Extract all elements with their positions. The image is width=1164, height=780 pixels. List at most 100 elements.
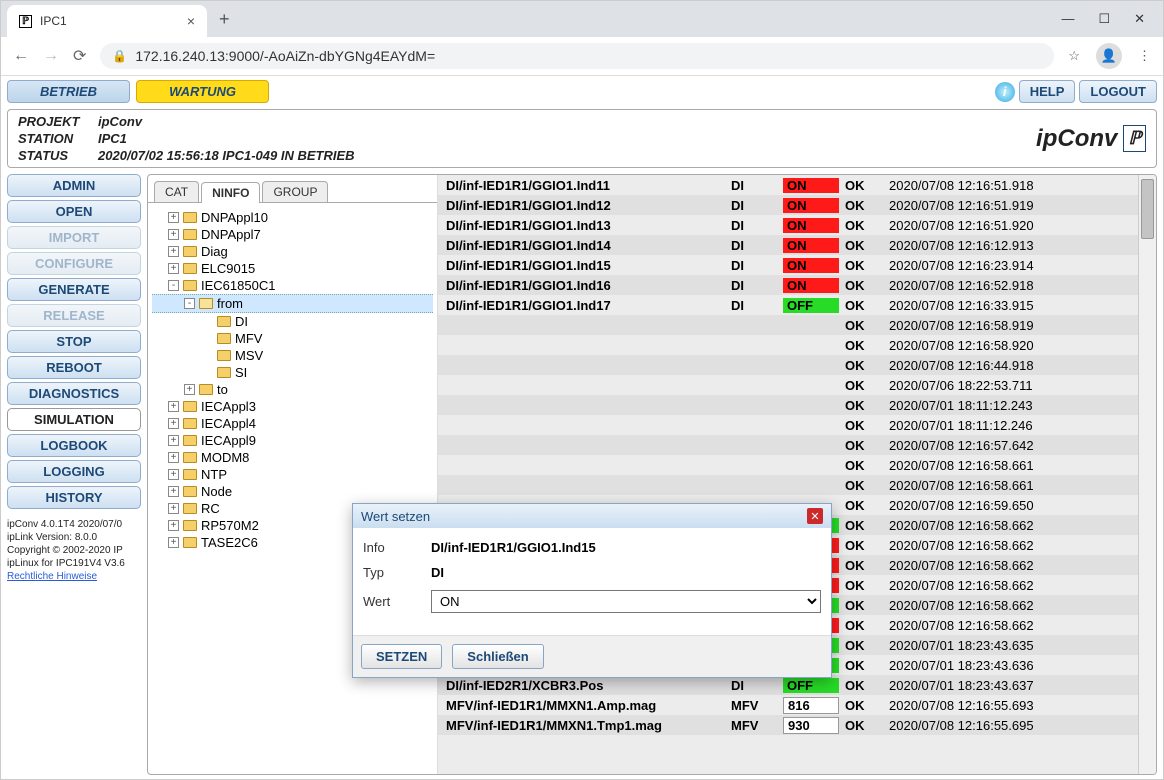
sidebar-admin[interactable]: ADMIN <box>7 174 141 197</box>
data-row[interactable]: OK2020/07/08 12:16:58.919 <box>438 315 1156 335</box>
expand-icon[interactable]: - <box>184 298 195 309</box>
back-icon[interactable]: ← <box>13 47 29 65</box>
star-icon[interactable]: ☆ <box>1068 48 1080 64</box>
info-icon[interactable]: i <box>995 82 1015 102</box>
value-cell: ON <box>783 218 839 233</box>
data-row[interactable]: DI/inf-IED1R1/GGIO1.Ind16DIONOK2020/07/0… <box>438 275 1156 295</box>
tree-node-modm8[interactable]: +MODM8 <box>152 449 433 466</box>
folder-icon <box>183 452 197 463</box>
schliessen-button[interactable]: Schließen <box>452 644 543 669</box>
expand-icon[interactable]: + <box>168 229 179 240</box>
sidebar-logging[interactable]: LOGGING <box>7 460 141 483</box>
expand-icon[interactable]: + <box>168 246 179 257</box>
data-row[interactable]: OK2020/07/08 12:16:57.642 <box>438 435 1156 455</box>
sidebar-open[interactable]: OPEN <box>7 200 141 223</box>
expand-icon[interactable]: + <box>168 212 179 223</box>
scrollbar-thumb[interactable] <box>1141 179 1154 239</box>
sidebar-logbook[interactable]: LOGBOOK <box>7 434 141 457</box>
wartung-button[interactable]: WARTUNG <box>136 80 269 103</box>
sidebar-simulation[interactable]: SIMULATION <box>7 408 141 431</box>
expand-icon[interactable]: - <box>168 280 179 291</box>
tree-node-mfv[interactable]: MFV <box>152 330 433 347</box>
expand-icon[interactable]: + <box>168 486 179 497</box>
brand-logo: ipConv ℙ <box>1036 114 1146 163</box>
help-button[interactable]: HELP <box>1019 80 1076 103</box>
expand-icon[interactable]: + <box>168 469 179 480</box>
tree-node-iec61850c1[interactable]: -IEC61850C1 <box>152 277 433 294</box>
expand-icon[interactable]: + <box>168 452 179 463</box>
data-row[interactable]: OK2020/07/08 12:16:58.661 <box>438 455 1156 475</box>
tree-tabs: CATNINFOGROUP <box>148 175 437 202</box>
sidebar-reboot[interactable]: REBOOT <box>7 356 141 379</box>
dialog-close-icon[interactable]: ✕ <box>807 508 823 524</box>
data-row[interactable]: DI/inf-IED2R1/XCBR3.PosDIOFFOK2020/07/01… <box>438 675 1156 695</box>
tree-node-msv[interactable]: MSV <box>152 347 433 364</box>
wert-select[interactable]: ON <box>431 590 821 613</box>
expand-icon[interactable]: + <box>168 401 179 412</box>
scrollbar[interactable] <box>1138 175 1156 774</box>
tree-node-dnpappl7[interactable]: +DNPAppl7 <box>152 226 433 243</box>
tree-node-dnpappl10[interactable]: +DNPAppl10 <box>152 209 433 226</box>
data-row[interactable]: OK2020/07/08 12:16:58.920 <box>438 335 1156 355</box>
new-tab-button[interactable]: + <box>219 9 230 30</box>
logout-button[interactable]: LOGOUT <box>1079 80 1157 103</box>
minimize-icon[interactable]: — <box>1061 11 1074 27</box>
sidebar: ADMINOPENIMPORTCONFIGUREGENERATERELEASES… <box>7 174 141 775</box>
folder-icon <box>183 401 197 412</box>
browser-tab[interactable]: ℙ IPC1 × <box>7 5 207 37</box>
tab-group[interactable]: GROUP <box>262 181 328 202</box>
tree-node-diag[interactable]: +Diag <box>152 243 433 260</box>
sidebar-generate[interactable]: GENERATE <box>7 278 141 301</box>
expand-icon[interactable]: + <box>168 537 179 548</box>
expand-icon[interactable]: + <box>168 418 179 429</box>
data-row[interactable]: DI/inf-IED1R1/GGIO1.Ind15DIONOK2020/07/0… <box>438 255 1156 275</box>
folder-icon <box>217 367 231 378</box>
data-row[interactable]: OK2020/07/08 12:16:58.661 <box>438 475 1156 495</box>
tree-node-to[interactable]: +to <box>152 381 433 398</box>
tree-node-di[interactable]: DI <box>152 313 433 330</box>
tree-node-iecappl4[interactable]: +IECAppl4 <box>152 415 433 432</box>
data-row[interactable]: OK2020/07/06 18:22:53.711 <box>438 375 1156 395</box>
expand-icon[interactable]: + <box>168 520 179 531</box>
tree-node-si[interactable]: SI <box>152 364 433 381</box>
tree-node-iecappl9[interactable]: +IECAppl9 <box>152 432 433 449</box>
expand-icon[interactable]: + <box>168 435 179 446</box>
data-row[interactable]: DI/inf-IED1R1/GGIO1.Ind11DIONOK2020/07/0… <box>438 175 1156 195</box>
setzen-button[interactable]: SETZEN <box>361 644 442 669</box>
close-window-icon[interactable]: ✕ <box>1134 11 1145 27</box>
expand-icon[interactable]: + <box>168 263 179 274</box>
data-row[interactable]: MFV/inf-IED1R1/MMXN1.Amp.magMFV816OK2020… <box>438 695 1156 715</box>
tab-cat[interactable]: CAT <box>154 181 199 202</box>
tab-ninfo[interactable]: NINFO <box>201 182 260 203</box>
tree-node-ntp[interactable]: +NTP <box>152 466 433 483</box>
reload-icon[interactable]: ⟳ <box>73 46 86 66</box>
sidebar-diagnostics[interactable]: DIAGNOSTICS <box>7 382 141 405</box>
maximize-icon[interactable]: ☐ <box>1098 11 1110 27</box>
dialog-title: Wert setzen <box>361 509 430 524</box>
sidebar-history[interactable]: HISTORY <box>7 486 141 509</box>
forward-icon[interactable]: → <box>43 47 59 65</box>
data-row[interactable]: MFV/inf-IED1R1/MMXN1.Tmp1.magMFV930OK202… <box>438 715 1156 735</box>
data-row[interactable]: OK2020/07/01 18:11:12.243 <box>438 395 1156 415</box>
expand-icon[interactable]: + <box>184 384 195 395</box>
tree-node-iecappl3[interactable]: +IECAppl3 <box>152 398 433 415</box>
data-row[interactable]: DI/inf-IED1R1/GGIO1.Ind17DIOFFOK2020/07/… <box>438 295 1156 315</box>
data-row[interactable]: OK2020/07/01 18:11:12.246 <box>438 415 1156 435</box>
tree-node-node[interactable]: +Node <box>152 483 433 500</box>
tree-node-elc9015[interactable]: +ELC9015 <box>152 260 433 277</box>
url-field[interactable]: 🔒 172.16.240.13:9000/-AoAiZn-dbYGNg4EAYd… <box>100 43 1054 69</box>
folder-icon <box>183 263 197 274</box>
kebab-menu-icon[interactable]: ⋮ <box>1138 48 1151 64</box>
data-row[interactable]: DI/inf-IED1R1/GGIO1.Ind12DIONOK2020/07/0… <box>438 195 1156 215</box>
profile-avatar[interactable]: 👤 <box>1096 43 1122 69</box>
tab-close-icon[interactable]: × <box>187 13 195 29</box>
data-row[interactable]: DI/inf-IED1R1/GGIO1.Ind14DIONOK2020/07/0… <box>438 235 1156 255</box>
data-row[interactable]: OK2020/07/08 12:16:44.918 <box>438 355 1156 375</box>
expand-icon[interactable]: + <box>168 503 179 514</box>
sidebar-stop[interactable]: STOP <box>7 330 141 353</box>
version-info: ipConv 4.0.1T4 2020/07/0ipLink Version: … <box>7 518 141 583</box>
data-row[interactable]: DI/inf-IED1R1/GGIO1.Ind13DIONOK2020/07/0… <box>438 215 1156 235</box>
betrieb-button[interactable]: BETRIEB <box>7 80 130 103</box>
legal-link[interactable]: Rechtliche Hinweise <box>7 571 97 582</box>
tree-node-from[interactable]: -from <box>152 294 433 313</box>
